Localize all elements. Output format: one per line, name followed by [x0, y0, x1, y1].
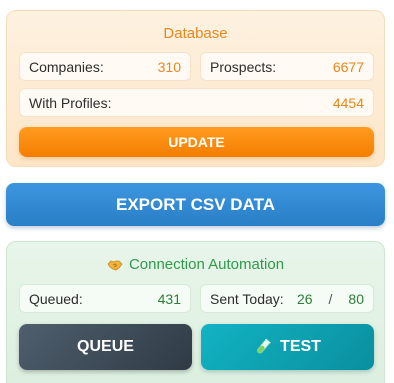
- update-button[interactable]: UPDATE: [19, 127, 374, 157]
- queued-stat: Queued: 431: [19, 284, 191, 313]
- queue-button[interactable]: QUEUE: [19, 324, 192, 370]
- handshake-icon: [107, 257, 123, 273]
- companies-label: Companies:: [29, 58, 104, 75]
- test-button[interactable]: TEST: [201, 324, 374, 370]
- with-profiles-label: With Profiles:: [29, 94, 112, 111]
- sent-today-label: Sent Today:: [210, 290, 284, 307]
- extension-popup: Database Companies: 310 Prospects: 6677 …: [0, 0, 394, 383]
- companies-value: 310: [157, 58, 181, 75]
- database-card: Database Companies: 310 Prospects: 6677 …: [6, 10, 385, 167]
- test-tube-icon: [254, 338, 272, 356]
- sent-today-stat: Sent Today: 26 / 80: [200, 284, 374, 313]
- prospects-stat: Prospects: 6677: [200, 52, 374, 81]
- sent-limit-value: 80: [348, 290, 364, 307]
- companies-stat: Companies: 310: [19, 52, 191, 81]
- test-button-label: TEST: [280, 338, 321, 355]
- sent-separator: /: [328, 290, 333, 307]
- database-title: Database: [163, 25, 228, 42]
- export-csv-button[interactable]: EXPORT CSV DATA: [6, 183, 385, 226]
- queued-value: 431: [157, 290, 181, 307]
- queued-label: Queued:: [29, 290, 83, 307]
- with-profiles-stat: With Profiles: 4454: [19, 88, 374, 117]
- prospects-value: 6677: [332, 58, 364, 75]
- sent-today-values: 26 / 80: [297, 291, 364, 307]
- prospects-label: Prospects:: [210, 58, 277, 75]
- connection-title: Connection Automation: [128, 256, 285, 273]
- queue-button-label: QUEUE: [77, 338, 134, 355]
- connection-automation-card: Connection Automation Queued: 431 Sent T…: [6, 241, 385, 383]
- connection-title-row: Connection Automation: [7, 256, 384, 273]
- sent-today-value: 26: [296, 290, 313, 307]
- with-profiles-value: 4454: [332, 94, 364, 111]
